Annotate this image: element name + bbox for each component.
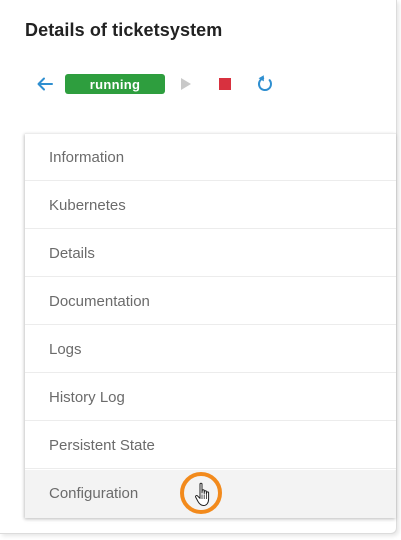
status-badge: running xyxy=(65,74,165,94)
restart-icon xyxy=(257,75,272,92)
menu-item-documentation[interactable]: Documentation xyxy=(25,278,396,325)
toolbar: running xyxy=(33,72,293,96)
menu-item-label: Documentation xyxy=(49,293,150,310)
menu-item-label: Information xyxy=(49,149,125,166)
stop-icon xyxy=(219,78,231,90)
menu-item-label: Configuration xyxy=(49,485,139,502)
details-panel: Details of ticketsystem running Informat… xyxy=(0,0,397,534)
menu-item-history-log[interactable]: History Log xyxy=(25,374,396,421)
menu-item-information[interactable]: Information xyxy=(25,134,396,181)
menu-item-label: Kubernetes xyxy=(49,197,126,214)
menu-item-details[interactable]: Details xyxy=(25,230,396,277)
restart-button[interactable] xyxy=(253,72,277,96)
play-button[interactable] xyxy=(175,72,197,96)
menu-item-label: Details xyxy=(49,245,95,262)
menu-item-persistent-state[interactable]: Persistent State xyxy=(25,422,396,469)
arrow-left-icon xyxy=(37,77,53,91)
play-icon xyxy=(181,78,191,90)
details-menu: Information Kubernetes Details Documenta… xyxy=(25,133,396,518)
stop-button[interactable] xyxy=(214,72,236,96)
page-title: Details of ticketsystem xyxy=(25,20,223,40)
menu-item-label: History Log xyxy=(49,389,125,406)
menu-item-logs[interactable]: Logs xyxy=(25,326,396,373)
menu-item-kubernetes[interactable]: Kubernetes xyxy=(25,182,396,229)
hand-pointer-icon xyxy=(194,482,210,506)
back-button[interactable] xyxy=(33,72,57,96)
menu-item-label: Persistent State xyxy=(49,437,155,454)
menu-item-label: Logs xyxy=(49,341,82,358)
